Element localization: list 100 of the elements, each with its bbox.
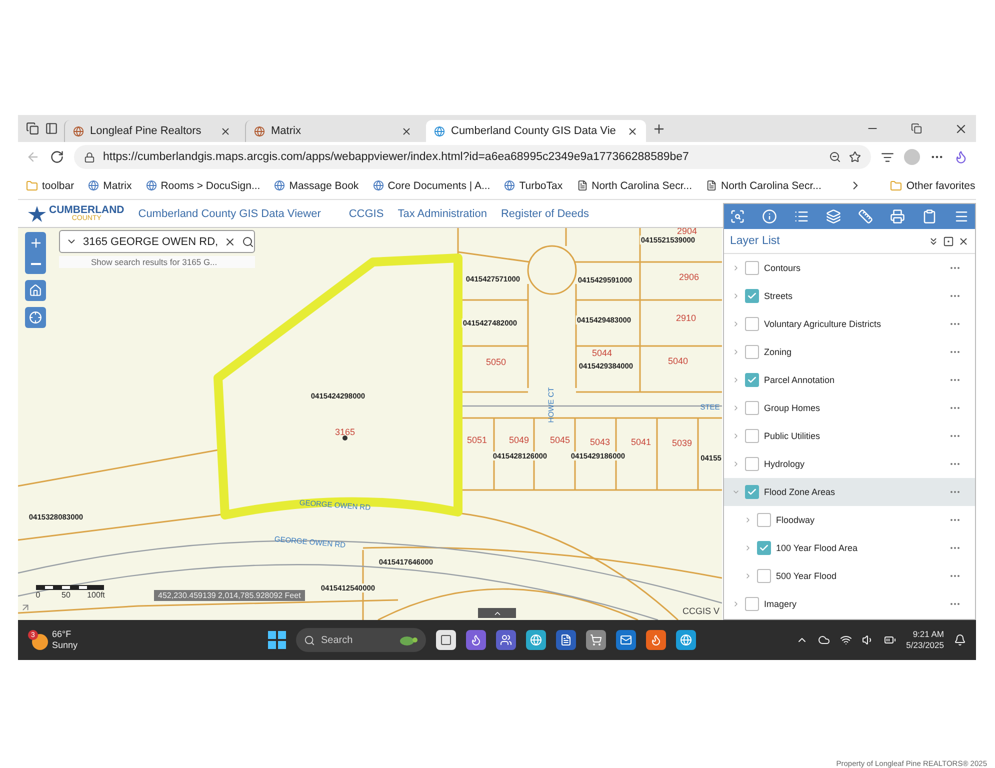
checkbox[interactable]	[757, 541, 771, 555]
caret-icon[interactable]	[732, 320, 740, 328]
checkbox[interactable]	[757, 569, 771, 583]
favorites-icon[interactable]	[881, 150, 894, 164]
zoom-out-button[interactable]	[25, 253, 46, 274]
tab-panel-icon[interactable]	[45, 122, 58, 135]
checkbox[interactable]	[745, 429, 759, 443]
bookmark[interactable]: TurboTax	[504, 180, 563, 192]
bookmark[interactable]: Other favorites	[890, 180, 976, 192]
caret-icon[interactable]	[744, 572, 752, 580]
reload-icon[interactable]	[50, 150, 64, 164]
bookmark[interactable]: Massage Book	[274, 180, 359, 192]
bookmark[interactable]: Core Documents | A...	[372, 180, 490, 192]
layer-row[interactable]: Group Homes	[724, 394, 975, 422]
restore-icon[interactable]	[911, 123, 922, 134]
layer-row[interactable]: Public Utilities	[724, 422, 975, 450]
caret-icon[interactable]	[732, 460, 740, 468]
workspaces-icon[interactable]	[26, 122, 39, 135]
header-link[interactable]: Register of Deeds	[500, 208, 590, 220]
cloud-icon[interactable]	[818, 634, 830, 646]
header-link[interactable]: Tax Administration	[398, 208, 487, 220]
zoom-out-icon[interactable]	[829, 151, 841, 163]
caret-icon[interactable]	[732, 264, 740, 272]
locate-button[interactable]	[25, 307, 46, 328]
layer-row[interactable]: Flood Zone Areas	[724, 478, 975, 506]
teams-icon[interactable]	[496, 630, 516, 650]
caret-icon[interactable]	[732, 348, 740, 356]
checkbox[interactable]	[757, 513, 771, 527]
globe-app-icon[interactable]	[526, 630, 546, 650]
bookmark[interactable]: toolbar	[26, 180, 74, 192]
caret-icon[interactable]	[732, 432, 740, 440]
star-icon[interactable]	[849, 151, 861, 163]
caret-icon[interactable]	[732, 488, 740, 496]
bookmark[interactable]: North Carolina Secr...	[706, 180, 822, 192]
caret-icon[interactable]	[732, 600, 740, 608]
info-icon[interactable]	[762, 209, 777, 224]
checkbox[interactable]	[745, 597, 759, 611]
home-button[interactable]	[25, 280, 46, 301]
close-icon[interactable]	[220, 126, 231, 136]
caret-icon[interactable]	[732, 292, 740, 300]
address-bar[interactable]: https://cumberlandgis.maps.arcgis.com/apps/webappviewer/index.html?id=a6ea68995c2349e9a177366288589be7	[74, 145, 871, 169]
caret-icon[interactable]	[744, 516, 752, 524]
ruler-icon[interactable]	[858, 209, 873, 224]
caret-icon[interactable]	[744, 544, 752, 552]
close-icon[interactable]	[627, 126, 638, 136]
search-icon[interactable]	[242, 236, 254, 248]
address-search-field[interactable]: 3165 GEORGE OWEN RD,	[59, 230, 255, 253]
arrow-icon[interactable]	[20, 602, 31, 613]
browser-icon[interactable]	[676, 630, 696, 650]
checkbox[interactable]	[745, 289, 759, 303]
checkbox[interactable]	[745, 345, 759, 359]
task-view-icon[interactable]	[436, 630, 456, 650]
clock[interactable]: 9:21 AM 5/23/2025	[906, 628, 944, 652]
windows-start-icon[interactable]	[268, 631, 286, 649]
new-tab-icon[interactable]	[652, 122, 666, 136]
layer-row[interactable]: Parcel Annotation	[724, 366, 975, 394]
check-icon	[759, 543, 769, 553]
battery-icon[interactable]	[884, 634, 896, 646]
mail-icon[interactable]	[616, 630, 636, 650]
bookmark[interactable]: Rooms > DocuSign...	[146, 180, 260, 192]
checkbox[interactable]	[745, 401, 759, 415]
zoom-in-button[interactable]	[25, 232, 46, 253]
layer-row[interactable]: 500 Year Flood	[724, 562, 975, 590]
layer-row[interactable]: Zoning	[724, 338, 975, 366]
layer-row[interactable]: Imagery	[724, 590, 975, 618]
notification-bell-icon[interactable]	[954, 634, 966, 646]
layers-icon[interactable]	[826, 209, 841, 224]
layer-name: Streets	[764, 291, 794, 301]
caret-icon[interactable]	[732, 376, 740, 384]
checkbox[interactable]	[745, 457, 759, 471]
layer-row[interactable]: Floodway	[724, 506, 975, 534]
layer-row[interactable]: Voluntary Agriculture Districts	[724, 310, 975, 338]
layer-row[interactable]: Hydrology	[724, 450, 975, 478]
flame-icon[interactable]	[646, 630, 666, 650]
checkbox[interactable]	[745, 317, 759, 331]
layer-row[interactable]: Streets	[724, 282, 975, 310]
list-icon[interactable]	[794, 209, 809, 224]
layer-row[interactable]: Contours	[724, 254, 975, 282]
shopping-cart-icon[interactable]	[586, 630, 606, 650]
checkbox[interactable]	[745, 485, 759, 499]
search-suggestion[interactable]: Show search results for 3165 G...	[59, 256, 255, 268]
printer-icon[interactable]	[890, 209, 905, 224]
header-link[interactable]: CCGIS	[348, 208, 384, 220]
chevrons-down-icon[interactable]	[928, 236, 939, 246]
layer-row[interactable]: 100 Year Flood Area	[724, 534, 975, 562]
browser-tab[interactable]: Cumberland County GIS Data Vie	[426, 120, 646, 142]
menu-icon[interactable]	[954, 209, 969, 224]
clear-icon[interactable]	[224, 236, 236, 248]
bookmark[interactable]: Matrix	[88, 180, 132, 192]
checkbox[interactable]	[745, 373, 759, 387]
close-icon[interactable]	[958, 236, 969, 246]
checkbox[interactable]	[745, 261, 759, 275]
weather-sun-icon[interactable]	[32, 634, 48, 650]
dock-icon[interactable]	[943, 236, 954, 246]
bookmark[interactable]: North Carolina Secr...	[576, 180, 692, 192]
document-icon[interactable]	[556, 630, 576, 650]
close-icon[interactable]	[401, 126, 412, 136]
clipboard-icon[interactable]	[922, 209, 937, 224]
caret-icon[interactable]	[732, 404, 740, 412]
taskbar-search-field[interactable]: Search	[296, 628, 426, 652]
